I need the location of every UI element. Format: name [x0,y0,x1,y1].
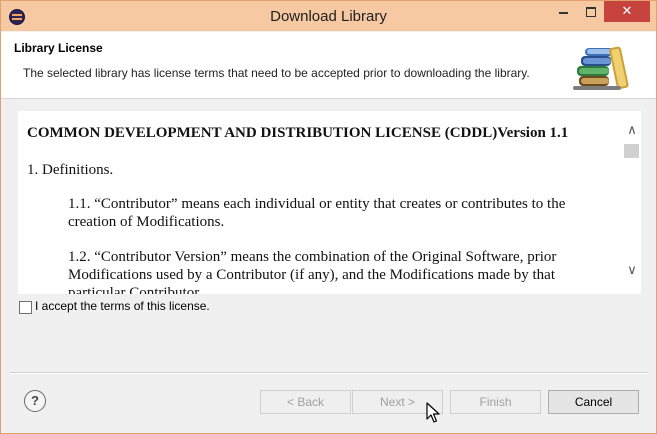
back-button[interactable]: < Back [260,390,351,414]
library-books-icon [573,46,629,90]
minimize-button[interactable] [550,1,577,22]
title-bar[interactable]: Download Library ✕ [1,1,656,31]
page-title: Library License [14,41,103,55]
help-button[interactable]: ? [24,390,46,412]
finish-button[interactable]: Finish [450,390,541,414]
maximize-icon [585,6,596,17]
license-title: COMMON DEVELOPMENT AND DISTRIBUTION LICE… [27,125,569,141]
license-section-heading: 1. Definitions. [27,162,114,178]
wizard-header: Library License The selected library has… [1,32,656,99]
chevron-down-icon[interactable]: ∨ [623,263,641,277]
chevron-up-icon[interactable]: ∧ [623,123,641,137]
cancel-button[interactable]: Cancel [548,390,639,414]
license-viewer[interactable]: COMMON DEVELOPMENT AND DISTRIBUTION LICE… [18,111,641,294]
license-text-area[interactable]: COMMON DEVELOPMENT AND DISTRIBUTION LICE… [18,111,623,294]
license-paragraph: 1.2. “Contributor Version” means the com… [68,249,557,294]
accept-license-label[interactable]: I accept the terms of this license. [35,299,210,313]
help-icon: ? [31,393,39,408]
vertical-scrollbar[interactable]: ∧ ∨ [623,111,641,294]
download-library-dialog: Download Library ✕ Library License The s… [0,0,657,434]
license-paragraph: 1.1. “Contributor” means each individual… [68,196,566,230]
maximize-button[interactable] [577,1,604,22]
page-description: The selected library has license terms t… [23,66,530,80]
button-bar-separator [10,372,648,374]
scrollbar-thumb[interactable] [624,144,639,158]
close-icon: ✕ [621,3,633,18]
close-button[interactable]: ✕ [604,1,650,22]
mouse-cursor-icon [426,402,440,423]
accept-license-checkbox[interactable] [19,301,32,314]
minimize-icon [559,11,568,14]
